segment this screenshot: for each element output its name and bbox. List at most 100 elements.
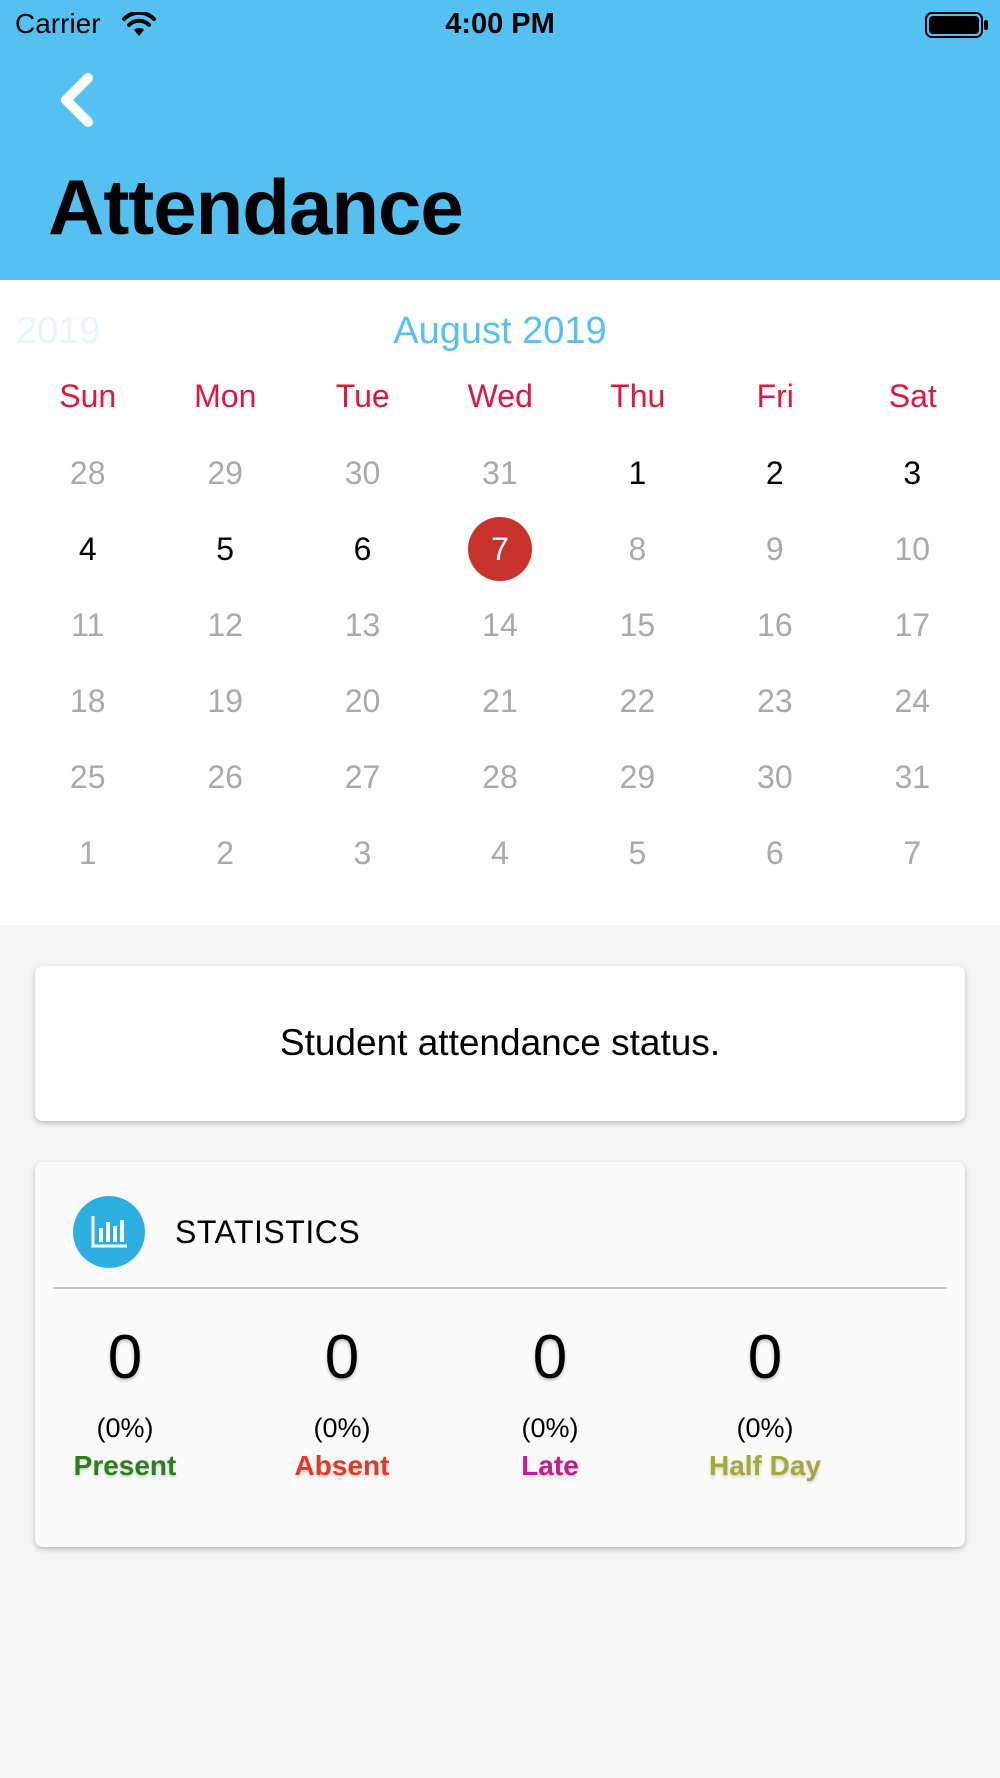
- calendar-day[interactable]: 29: [569, 739, 706, 815]
- weekday-tue: Tue: [335, 378, 390, 414]
- calendar-day-number: 25: [69, 758, 106, 795]
- calendar-day-number: 17: [894, 606, 931, 643]
- calendar-grid: 28 29 30 31 1 2 3 4 5 6 7 8 9 10 11 12 13 14 15 16 17 18 19 20 2…: [19, 435, 981, 891]
- calendar-day[interactable]: 1: [19, 815, 156, 891]
- calendar-day[interactable]: 19: [156, 663, 293, 739]
- calendar-week: 25 26 27 28 29 30 31: [19, 739, 981, 815]
- calendar-week: 18 19 20 21 22 23 24: [19, 663, 981, 739]
- weekday-sat: Sat: [888, 378, 937, 414]
- month-title: August 2019: [393, 310, 607, 352]
- calendar-day-number: 20: [344, 682, 381, 719]
- calendar-day[interactable]: 28: [431, 739, 568, 815]
- calendar-day-number: 30: [757, 758, 793, 795]
- calendar-day[interactable]: 26: [156, 739, 293, 815]
- stat-count: 0: [107, 1323, 143, 1392]
- calendar-day[interactable]: 30: [706, 739, 843, 815]
- page-title: Attendance: [48, 163, 464, 251]
- calendar-day[interactable]: 24: [844, 663, 981, 739]
- calendar-day[interactable]: 6: [706, 815, 843, 891]
- calendar-day-number: 18: [69, 682, 106, 719]
- calendar-day[interactable]: 27: [294, 739, 431, 815]
- calendar-day[interactable]: 5: [156, 511, 293, 587]
- calendar-day[interactable]: 10: [844, 511, 981, 587]
- calendar-day-number: 9: [765, 530, 784, 567]
- calendar-day[interactable]: 22: [569, 663, 706, 739]
- calendar-day-number: 31: [482, 454, 518, 491]
- calendar-day[interactable]: 29: [156, 435, 293, 511]
- calendar-day[interactable]: 4: [19, 511, 156, 587]
- stat-half-day: 0 (0%) Half Day: [665, 1327, 865, 1482]
- calendar-day-number: 19: [207, 682, 243, 719]
- calendar-day-number: 1: [628, 454, 647, 491]
- status-bar: Carrier 4:00 PM: [0, 0, 1000, 50]
- calendar-day[interactable]: 13: [294, 587, 431, 663]
- calendar-day[interactable]: 11: [19, 587, 156, 663]
- calendar-day[interactable]: 16: [706, 587, 843, 663]
- calendar-day[interactable]: 4: [431, 815, 568, 891]
- calendar-day[interactable]: 3: [844, 435, 981, 511]
- calendar-day[interactable]: 9: [706, 511, 843, 587]
- stat-label: Present: [73, 1450, 177, 1481]
- calendar-day[interactable]: 5: [569, 815, 706, 891]
- calendar-day-selected[interactable]: 7: [431, 511, 568, 587]
- calendar-day-number: 16: [757, 606, 793, 643]
- calendar-day-number: 29: [619, 758, 656, 795]
- clock-time: 4:00 PM: [445, 8, 555, 40]
- stat-late: 0 (0%) Late: [450, 1327, 650, 1482]
- calendar-day[interactable]: 6: [294, 511, 431, 587]
- stat-count: 0: [324, 1323, 360, 1392]
- calendar-day-number: 22: [619, 682, 656, 719]
- calendar-day[interactable]: 20: [294, 663, 431, 739]
- weekday-sun: Sun: [59, 378, 117, 414]
- calendar-week: 1 2 3 4 5 6 7: [19, 815, 981, 891]
- calendar-day-number: 11: [71, 606, 105, 643]
- calendar-day[interactable]: 2: [156, 815, 293, 891]
- calendar-day[interactable]: 28: [19, 435, 156, 511]
- calendar-day-number: 2: [216, 834, 235, 871]
- calendar-day-number: 1: [78, 834, 97, 871]
- calendar-day[interactable]: 21: [431, 663, 568, 739]
- bar-chart-icon: [73, 1196, 145, 1268]
- calendar-day[interactable]: 31: [844, 739, 981, 815]
- app-header: Carrier 4:00 PM Attendance: [0, 0, 1000, 280]
- calendar-day[interactable]: 23: [706, 663, 843, 739]
- chevron-left-icon: [61, 73, 93, 127]
- calendar-day[interactable]: 30: [294, 435, 431, 511]
- stat-label: Half Day: [708, 1450, 822, 1481]
- calendar-day[interactable]: 12: [156, 587, 293, 663]
- calendar-day[interactable]: 25: [19, 739, 156, 815]
- calendar-day[interactable]: 15: [569, 587, 706, 663]
- statistics-card: STATISTICS 0 (0%) Present 0 (0%) Absent 0 (0%) L…: [35, 1162, 965, 1547]
- stat-percent: (0%): [96, 1413, 154, 1443]
- stat-count: 0: [532, 1323, 568, 1392]
- weekday-wed: Wed: [467, 378, 533, 414]
- calendar-day[interactable]: 18: [19, 663, 156, 739]
- calendar-day[interactable]: 14: [431, 587, 568, 663]
- calendar-day-number: 6: [765, 834, 784, 871]
- stat-label: Absent: [294, 1450, 390, 1481]
- calendar-day-number: 4: [78, 530, 97, 567]
- calendar-day-number: 3: [353, 834, 372, 871]
- calendar-day-number: 4: [491, 834, 509, 871]
- calendar-day[interactable]: 17: [844, 587, 981, 663]
- calendar-day-number: 21: [482, 682, 518, 719]
- stat-label: Late: [521, 1450, 579, 1481]
- calendar-day-number: 8: [628, 530, 647, 567]
- calendar-day[interactable]: 31: [431, 435, 568, 511]
- calendar-day[interactable]: 2: [706, 435, 843, 511]
- calendar-day-number: 28: [69, 454, 106, 491]
- calendar-day-number: 12: [207, 606, 243, 643]
- calendar-day-number: 30: [344, 454, 381, 491]
- calendar-day[interactable]: 7: [844, 815, 981, 891]
- calendar-day[interactable]: 1: [569, 435, 706, 511]
- calendar-day[interactable]: 8: [569, 511, 706, 587]
- back-button[interactable]: [54, 70, 104, 130]
- calendar-day-number: 5: [628, 834, 647, 871]
- calendar-day-number: 5: [216, 530, 235, 567]
- calendar-day-number: 26: [207, 758, 243, 795]
- calendar-week: 11 12 13 14 15 16 17: [19, 587, 981, 663]
- calendar-day-number: 2: [765, 454, 784, 491]
- attendance-status-card: Student attendance status.: [35, 966, 965, 1121]
- calendar-day[interactable]: 3: [294, 815, 431, 891]
- divider: [53, 1287, 947, 1289]
